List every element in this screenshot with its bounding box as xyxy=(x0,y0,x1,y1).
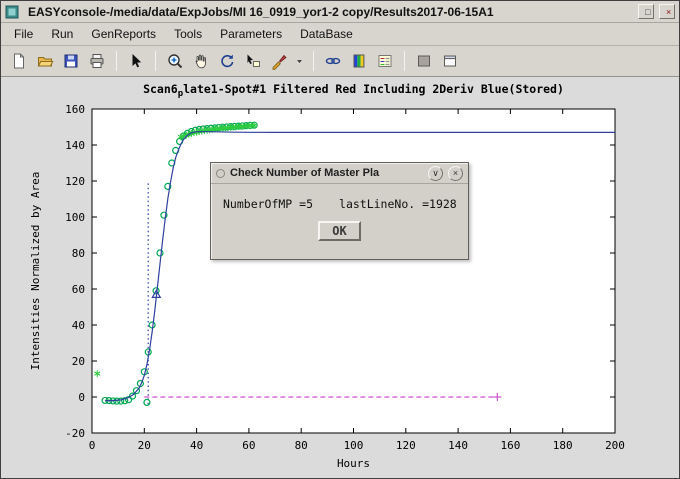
svg-text:120: 120 xyxy=(396,439,416,452)
svg-text:100: 100 xyxy=(65,211,85,224)
menu-item-parameters[interactable]: Parameters xyxy=(211,24,291,44)
number-of-mp-value: NumberOfMP =5 xyxy=(223,197,313,211)
toolbar-separator xyxy=(116,51,117,71)
svg-text:180: 180 xyxy=(553,439,573,452)
insert-legend-button[interactable] xyxy=(373,49,397,73)
cursor-button[interactable] xyxy=(124,49,148,73)
menu-bar: FileRunGenReportsToolsParametersDataBase xyxy=(1,23,679,46)
window-titlebar[interactable]: EASYconsole-/media/data/ExpJobs/MI 16_09… xyxy=(1,1,679,23)
svg-text:40: 40 xyxy=(190,439,203,452)
figure-canvas: 0 20 40 60 80 100 120 140 160 180 200 -20 0 20 40 60 80 1… xyxy=(1,77,679,478)
cursor-icon xyxy=(127,52,145,70)
toolbar xyxy=(1,46,679,77)
check-number-dialog: Check Number of Master Pla ∨ × NumberOfM… xyxy=(210,162,469,260)
dialog-title: Check Number of Master Pla xyxy=(230,167,423,179)
link-plots-icon xyxy=(324,52,342,70)
svg-text:100: 100 xyxy=(344,439,364,452)
svg-text:20: 20 xyxy=(138,439,151,452)
toolbar-separator xyxy=(404,51,405,71)
svg-text:200: 200 xyxy=(605,439,625,452)
window-title: EASYconsole-/media/data/ExpJobs/MI 16_09… xyxy=(24,5,633,19)
new-file-icon xyxy=(10,52,28,70)
svg-text:120: 120 xyxy=(65,175,85,188)
hide-plot-tools-icon xyxy=(415,52,433,70)
maximize-button[interactable]: □ xyxy=(638,4,654,19)
insert-colorbar-icon xyxy=(350,52,368,70)
open-folder-button[interactable] xyxy=(33,49,57,73)
dialog-message: NumberOfMP =5 lastLineNo. =1928 xyxy=(223,197,457,211)
print-button[interactable] xyxy=(85,49,109,73)
pan-hand-button[interactable] xyxy=(189,49,213,73)
app-window: EASYconsole-/media/data/ExpJobs/MI 16_09… xyxy=(0,0,680,479)
menu-item-genreports[interactable]: GenReports xyxy=(82,24,165,44)
open-folder-icon xyxy=(36,52,54,70)
dialog-body: NumberOfMP =5 lastLineNo. =1928 OK xyxy=(211,184,468,241)
insert-legend-icon xyxy=(376,52,394,70)
zoom-in-icon xyxy=(166,52,184,70)
toolbar-separator xyxy=(313,51,314,71)
svg-text:60: 60 xyxy=(242,439,255,452)
y-axis-label: Intensities Normalized by Area xyxy=(29,172,42,371)
rotate-3d-icon xyxy=(218,52,236,70)
link-plots-button[interactable] xyxy=(321,49,345,73)
new-file-button[interactable] xyxy=(7,49,31,73)
app-icon[interactable] xyxy=(5,5,19,19)
show-plot-tools-icon xyxy=(441,52,459,70)
svg-text:60: 60 xyxy=(72,283,85,296)
rotate-3d-button[interactable] xyxy=(215,49,239,73)
brush-button[interactable] xyxy=(267,49,291,73)
figure-area: 0 20 40 60 80 100 120 140 160 180 200 -20 0 20 40 60 80 1… xyxy=(1,77,679,478)
menu-item-database[interactable]: DataBase xyxy=(291,24,362,44)
dialog-menu-icon[interactable] xyxy=(216,169,225,178)
svg-text:0: 0 xyxy=(89,439,96,452)
data-cursor-icon xyxy=(244,52,262,70)
dialog-titlebar[interactable]: Check Number of Master Pla ∨ × xyxy=(211,163,468,184)
hide-plot-tools-button[interactable] xyxy=(412,49,436,73)
svg-text:20: 20 xyxy=(72,355,85,368)
brush-dropdown-icon xyxy=(294,52,305,70)
data-cursor-button[interactable] xyxy=(241,49,265,73)
close-button[interactable]: × xyxy=(659,4,675,19)
menu-item-file[interactable]: File xyxy=(5,24,42,44)
svg-text:140: 140 xyxy=(448,439,468,452)
svg-text:-20: -20 xyxy=(65,427,85,440)
svg-text:80: 80 xyxy=(72,247,85,260)
save-button[interactable] xyxy=(59,49,83,73)
x-axis-label: Hours xyxy=(337,457,370,470)
insert-colorbar-button[interactable] xyxy=(347,49,371,73)
svg-text:160: 160 xyxy=(500,439,520,452)
menu-item-tools[interactable]: Tools xyxy=(165,24,211,44)
svg-text:80: 80 xyxy=(295,439,308,452)
save-icon xyxy=(62,52,80,70)
svg-text:160: 160 xyxy=(65,103,85,116)
svg-text:40: 40 xyxy=(72,319,85,332)
dialog-close-icon[interactable]: × xyxy=(448,166,463,181)
menu-item-run[interactable]: Run xyxy=(42,24,82,44)
pan-hand-icon xyxy=(192,52,210,70)
svg-text:140: 140 xyxy=(65,139,85,152)
zoom-in-button[interactable] xyxy=(163,49,187,73)
brush-icon xyxy=(270,52,288,70)
svg-text:0: 0 xyxy=(78,391,85,404)
brush-dropdown-button[interactable] xyxy=(293,49,306,73)
show-plot-tools-button[interactable] xyxy=(438,49,462,73)
dialog-chevron-down-icon[interactable]: ∨ xyxy=(428,166,443,181)
ok-button[interactable]: OK xyxy=(318,221,360,241)
print-icon xyxy=(88,52,106,70)
toolbar-separator xyxy=(155,51,156,71)
last-line-no-value: lastLineNo. =1928 xyxy=(339,197,457,211)
